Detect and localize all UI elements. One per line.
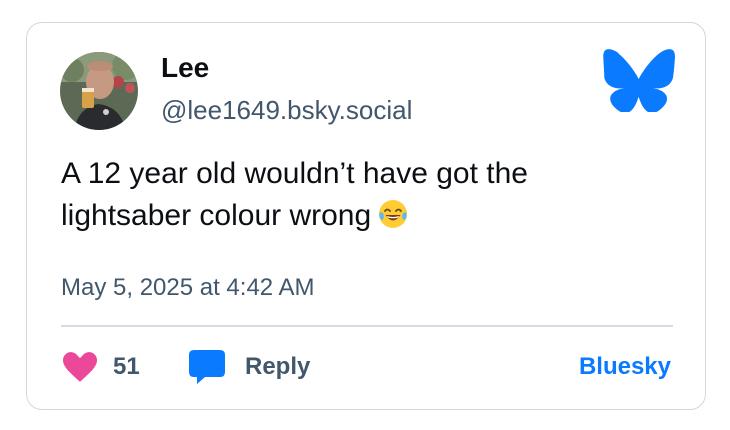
author-name[interactable]: Lee xyxy=(161,51,209,85)
heart-icon xyxy=(63,352,97,382)
post-text-line: lightsaber colour wrong xyxy=(61,195,671,237)
post-text-fragment: lightsaber colour wrong xyxy=(61,199,372,232)
like-button[interactable]: 51 xyxy=(63,349,140,385)
post-text: A 12 year old wouldn’t have got the ligh… xyxy=(61,153,671,237)
post-embed-card: Lee @lee1649.bsky.social A 12 year old w… xyxy=(26,22,706,410)
post-text-line: A 12 year old wouldn’t have got the xyxy=(61,157,528,190)
post-timestamp[interactable]: May 5, 2025 at 4:42 AM xyxy=(61,273,315,303)
bluesky-link[interactable]: Bluesky xyxy=(579,353,671,381)
bluesky-butterfly-icon[interactable] xyxy=(601,48,675,112)
like-count: 51 xyxy=(113,353,140,380)
tears-of-joy-emoji xyxy=(379,200,408,228)
reply-label: Reply xyxy=(245,353,311,380)
speech-bubble-icon xyxy=(189,350,225,384)
reply-button[interactable]: Reply xyxy=(189,349,310,385)
divider xyxy=(61,325,673,327)
author-handle[interactable]: @lee1649.bsky.social xyxy=(161,94,412,126)
avatar[interactable] xyxy=(60,52,138,130)
